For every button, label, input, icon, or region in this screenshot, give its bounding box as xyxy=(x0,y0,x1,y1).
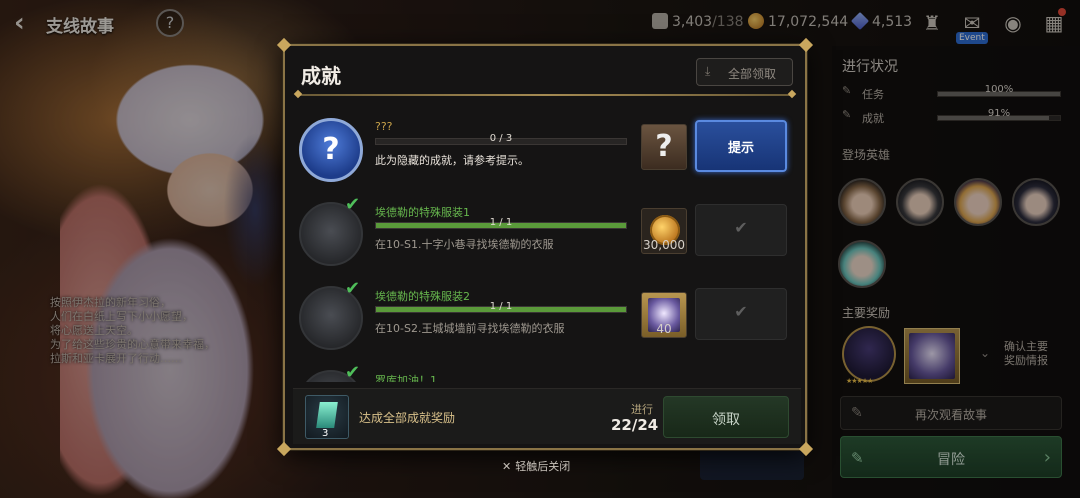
achievement-progress-count: 1 / 1 xyxy=(489,217,513,228)
crystal-gem-icon xyxy=(316,402,338,428)
checkmark-icon: ✔ xyxy=(734,218,748,237)
close-icon: ✕ xyxy=(502,460,512,473)
hidden-achievement-icon: ? xyxy=(299,118,363,182)
hint-button[interactable]: 提示 xyxy=(695,120,787,172)
achievement-description: 在10-S1.十字小巷寻找埃德勒的衣服 xyxy=(375,238,554,251)
achievement-description: 此为隐藏的成就，请参考提示。 xyxy=(375,154,529,167)
achievement-dialog: 成就 ⤓ 全部领取 ? ??? 0 / 3 此为隐藏的成就，请参考提示。 ? 提… xyxy=(276,37,814,457)
achievement-description: 在10-S2.王城城墙前寻找埃德勒的衣服 xyxy=(375,322,565,335)
reward-amount: 30,000 xyxy=(643,238,685,252)
completion-reward-label: 达成全部成就奖励 xyxy=(359,411,456,425)
achievement-progress-count: 1 / 1 xyxy=(489,301,513,312)
claim-label: 领取 xyxy=(712,412,740,428)
claimed-button[interactable]: ✔ xyxy=(695,288,787,340)
download-icon: ⤓ xyxy=(705,64,711,78)
achievement-progress-count: 0 / 3 xyxy=(489,133,513,144)
claim-all-button[interactable]: ⤓ 全部领取 xyxy=(696,58,793,86)
checkmark-icon: ✔ xyxy=(734,302,748,321)
progress-label: 进行 xyxy=(631,403,653,416)
checkmark-icon: ✔ xyxy=(345,194,361,215)
claim-all-label: 全部领取 xyxy=(728,67,777,81)
claimed-button[interactable]: ✔ xyxy=(695,204,787,256)
tap-to-close-hint[interactable]: ✕ 轻触后关闭 xyxy=(502,458,570,474)
checkmark-icon: ✔ xyxy=(345,362,361,382)
achievement-row: ✔ 埃德勒的特殊服装1 1 / 1 在10-S1.十字小巷寻找埃德勒的衣服 30… xyxy=(293,190,801,274)
achievement-row: ✔ 罗库加油！1 xyxy=(293,358,801,382)
achievement-name: 罗库加油！1 xyxy=(375,374,437,382)
hint-label: 提示 xyxy=(727,141,754,156)
checkmark-icon: ✔ xyxy=(345,278,361,299)
achievement-row: ? ??? 0 / 3 此为隐藏的成就，请参考提示。 ? 提示 xyxy=(293,106,801,190)
close-hint-label: 轻触后关闭 xyxy=(515,460,571,473)
dialog-title: 成就 xyxy=(301,64,341,88)
achievement-list[interactable]: ? ??? 0 / 3 此为隐藏的成就，请参考提示。 ? 提示 ✔ 埃德勒的特殊… xyxy=(293,106,801,382)
crystal-reward-icon[interactable]: 3 xyxy=(305,395,349,439)
title-divider xyxy=(297,94,793,96)
mystery-reward-icon[interactable]: ? xyxy=(641,124,687,170)
progress-value: 22/24 xyxy=(611,416,659,434)
claim-button[interactable]: 领取 xyxy=(663,396,789,438)
completion-reward-bar: 3 达成全部成就奖励 进行 22/24 领取 xyxy=(293,388,801,444)
achievement-row: ✔ 埃德勒的特殊服装2 1 / 1 在10-S2.王城城墙前寻找埃德勒的衣服 4… xyxy=(293,274,801,358)
reward-amount: 40 xyxy=(656,322,672,336)
reward-count: 3 xyxy=(322,428,329,439)
achievement-name: ??? xyxy=(375,120,393,133)
